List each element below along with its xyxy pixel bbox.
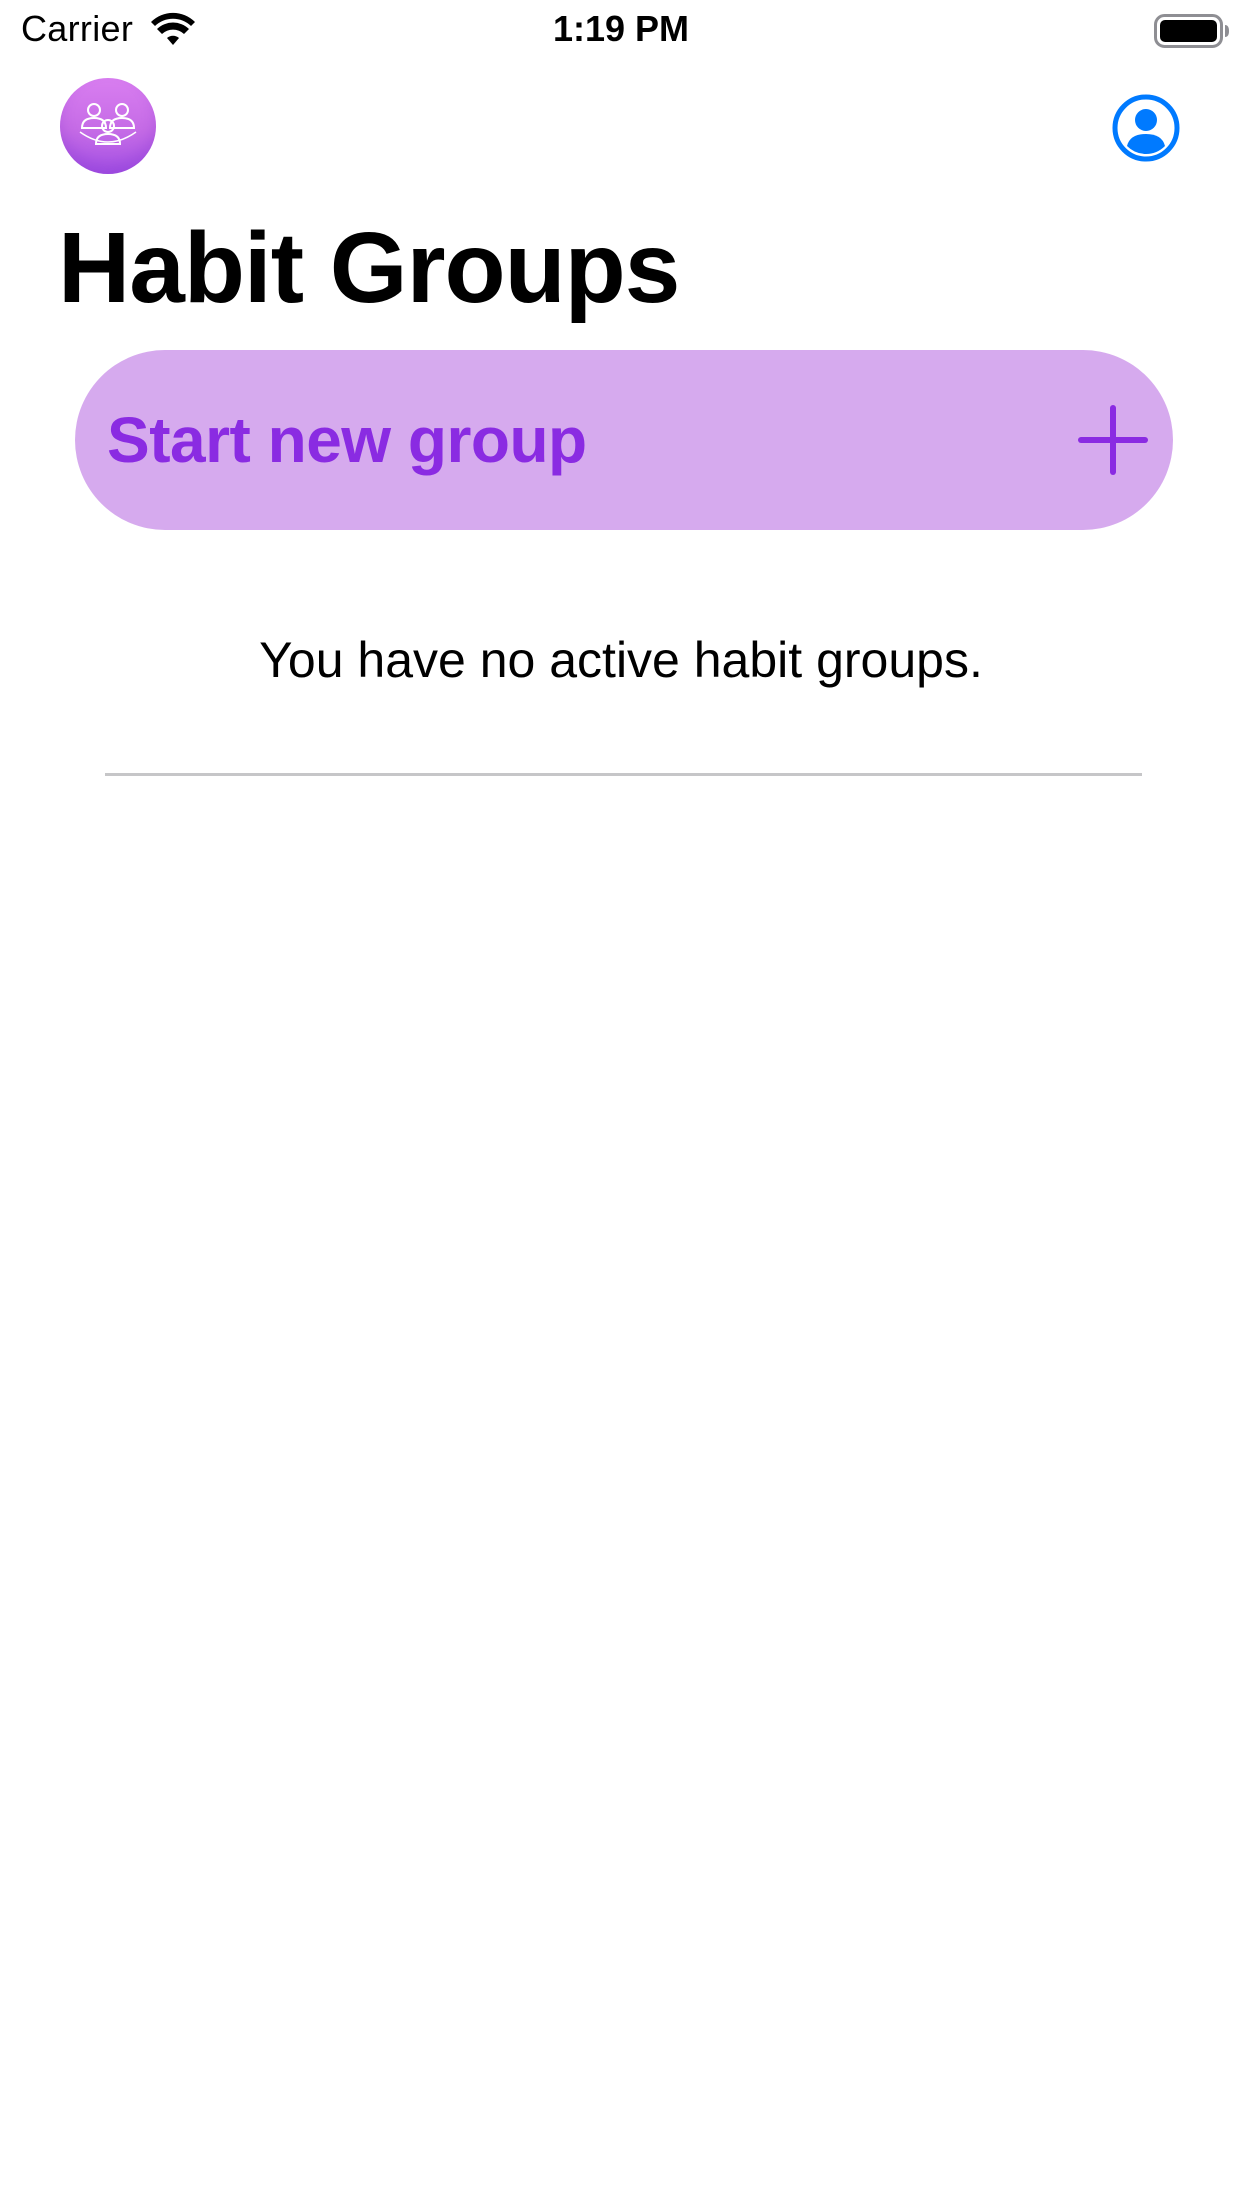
start-new-group-button[interactable]: Start new group: [75, 350, 1173, 530]
navigation-bar: [0, 60, 1242, 190]
battery-icon: [1154, 14, 1229, 48]
status-bar: Carrier 1:19 PM: [0, 0, 1242, 60]
app-logo[interactable]: [60, 78, 156, 174]
empty-state-message: You have no active habit groups.: [259, 632, 983, 688]
plus-icon: [1078, 405, 1148, 475]
divider: [105, 773, 1142, 776]
group-people-icon: [79, 103, 137, 145]
person-circle-icon: [1112, 94, 1180, 162]
start-new-group-label: Start new group: [107, 404, 587, 476]
profile-button[interactable]: [1112, 94, 1180, 162]
page-title: Habit Groups: [58, 212, 680, 324]
status-time: 1:19 PM: [552, 8, 690, 49]
